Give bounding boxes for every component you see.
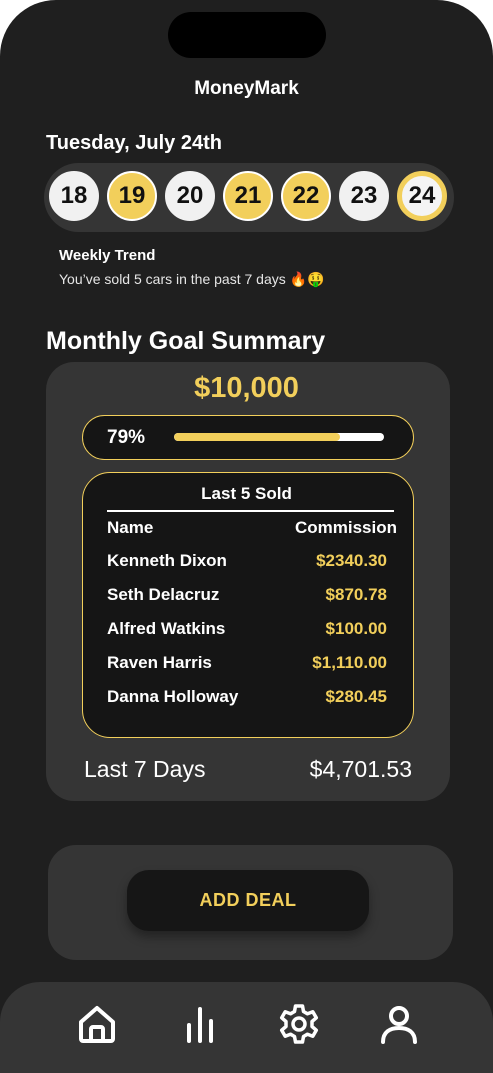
column-header-commission: Commission [294, 518, 397, 537]
dynamic-island [168, 12, 326, 58]
table-row-amount: $100.00 [325, 619, 387, 638]
table-row-name: Seth Delacruz [107, 585, 220, 604]
bar-chart-icon[interactable] [178, 1002, 222, 1046]
table-row-name: Alfred Watkins [107, 619, 226, 638]
column-header-name: Name [107, 518, 154, 537]
table-row-name: Raven Harris [107, 653, 212, 672]
date-label: Tuesday, July 24th [46, 132, 222, 154]
table-row-amount: $870.78 [325, 585, 387, 604]
table-divider [107, 510, 394, 512]
progress-percent: 79% [107, 427, 146, 448]
app-title: MoneyMark [194, 78, 299, 99]
day-chip[interactable]: 24 [397, 171, 447, 221]
goal-amount: $10,000 [194, 372, 299, 404]
gear-icon[interactable] [277, 1002, 321, 1046]
day-chip[interactable]: 20 [165, 171, 215, 221]
progress-bar-fill [174, 433, 340, 441]
weekly-trend-title: Weekly Trend [59, 247, 156, 264]
monthly-goal-title: Monthly Goal Summary [46, 327, 326, 355]
last-7-days-label: Last 7 Days [84, 756, 206, 782]
add-deal-button[interactable]: ADD DEAL [127, 870, 369, 931]
day-chip[interactable]: 18 [49, 171, 99, 221]
table-row-amount: $280.45 [325, 687, 387, 706]
progress-bar [174, 433, 384, 441]
weekly-trend-text: You’ve sold 5 cars in the past 7 days 🔥🤑 [59, 271, 325, 287]
table-row-amount: $2340.30 [316, 551, 387, 570]
day-chip[interactable]: 22 [281, 171, 331, 221]
last-sold-title: Last 5 Sold [201, 484, 292, 503]
user-icon[interactable] [377, 1002, 421, 1046]
home-icon[interactable] [75, 1002, 119, 1046]
last-7-days-value: $4,701.53 [309, 756, 412, 782]
table-row-name: Kenneth Dixon [107, 551, 227, 570]
phone-screen: MoneyMark Tuesday, July 24th 18 19 20 21… [0, 0, 493, 1073]
day-selector: 18 19 20 21 22 23 24 [44, 163, 454, 232]
day-chip[interactable]: 23 [339, 171, 389, 221]
day-chip[interactable]: 19 [107, 171, 157, 221]
table-row-name: Danna Holloway [107, 687, 239, 706]
day-chip[interactable]: 21 [223, 171, 273, 221]
table-row-amount: $1,110.00 [312, 653, 387, 672]
